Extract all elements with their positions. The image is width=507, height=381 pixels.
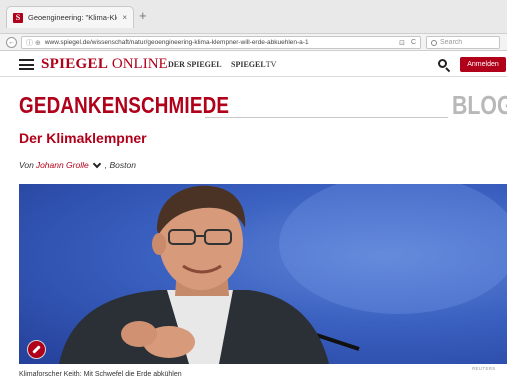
- reader-view-icon[interactable]: ⊡: [399, 39, 405, 47]
- byline: Von Johann Grolle , Boston: [19, 159, 136, 170]
- login-button[interactable]: Anmelden: [460, 57, 506, 72]
- search-icon[interactable]: [437, 58, 451, 73]
- blog-header: GEDANKENSCHMIEDE BLOG: [0, 92, 507, 122]
- blog-label: BLOG: [452, 90, 507, 120]
- back-button[interactable]: ←: [6, 37, 17, 48]
- image-caption: Klimaforscher Keith: Mit Schwefel die Er…: [19, 371, 182, 378]
- new-tab-button[interactable]: +: [139, 9, 147, 23]
- author-link[interactable]: Johann Grolle: [36, 160, 89, 170]
- spiegel-online-logo[interactable]: SPIEGEL ONLINE: [41, 56, 168, 73]
- address-bar[interactable]: ⓘ ⊕ www.spiegel.de/wissenschaft/natur/ge…: [21, 36, 421, 49]
- hero-photo: [59, 184, 507, 364]
- site-header: SPIEGEL ONLINE DER SPIEGEL SPIEGELTV Anm…: [0, 52, 507, 77]
- blog-title[interactable]: GEDANKENSCHMIEDE: [19, 92, 229, 118]
- byline-prefix: Von: [19, 160, 34, 170]
- browser-tab-bar: S Geoengineering: "Klima-Kle × +: [0, 0, 507, 34]
- search-icon: [431, 39, 437, 46]
- brand-online: ONLINE: [111, 56, 168, 72]
- browser-toolbar: ← ⓘ ⊕ www.spiegel.de/wissenschaft/natur/…: [0, 34, 507, 51]
- browser-search-input[interactable]: [440, 39, 494, 46]
- reload-icon[interactable]: C: [411, 39, 416, 47]
- byline-location: , Boston: [104, 160, 136, 170]
- chevron-down-icon[interactable]: [92, 159, 101, 168]
- address-bar-actions: ⊡ C: [399, 39, 416, 47]
- spiegel-tv-suffix: TV: [265, 60, 277, 69]
- site-info-icon[interactable]: ⓘ ⊕: [26, 38, 41, 48]
- tab-title: Geoengineering: "Klima-Kle: [28, 13, 118, 22]
- url-text[interactable]: www.spiegel.de/wissenschaft/natur/geoeng…: [45, 39, 395, 46]
- photo-credit: REUTERS: [472, 366, 496, 371]
- spiegel-favicon-icon: S: [13, 12, 23, 23]
- brand-spiegel: SPIEGEL: [41, 56, 109, 72]
- blog-divider: [205, 117, 448, 118]
- spiegel-tv-link[interactable]: SPIEGELTV: [231, 60, 276, 69]
- browser-search-box[interactable]: [426, 36, 500, 49]
- spiegel-tv-word: SPIEGEL: [231, 60, 266, 69]
- der-spiegel-link[interactable]: DER SPIEGEL: [168, 60, 222, 69]
- pen-icon[interactable]: [27, 340, 46, 359]
- close-tab-icon[interactable]: ×: [122, 13, 127, 22]
- article-hero-image[interactable]: [19, 184, 507, 364]
- browser-tab[interactable]: S Geoengineering: "Klima-Kle ×: [6, 6, 134, 28]
- article-headline: Der Klimaklempner: [19, 130, 147, 146]
- hamburger-icon[interactable]: [19, 59, 34, 70]
